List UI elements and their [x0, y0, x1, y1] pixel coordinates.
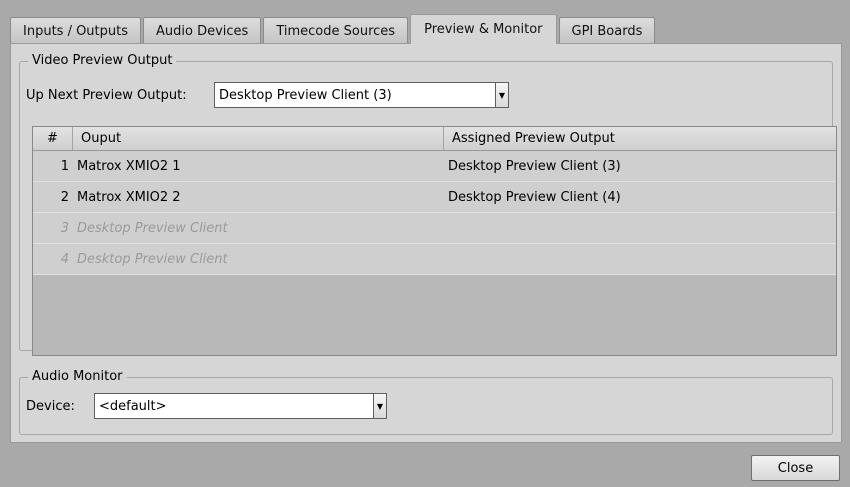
up-next-preview-output-select[interactable]: Desktop Preview Client (3) ▼ — [214, 82, 509, 108]
audio-monitor-group: Audio Monitor Device: <default> ▼ — [19, 369, 833, 435]
tab-timecode-sources[interactable]: Timecode Sources — [263, 17, 409, 44]
column-header-number[interactable]: # — [33, 127, 73, 150]
tab-bar: Inputs / Outputs Audio Devices Timecode … — [10, 14, 657, 44]
audio-device-select[interactable]: <default> ▼ — [94, 393, 387, 419]
tab-preview-monitor[interactable]: Preview & Monitor — [410, 14, 557, 44]
table-row[interactable]: 2 Matrox XMIO2 2 Desktop Preview Client … — [33, 182, 836, 213]
row-output: Matrox XMIO2 2 — [77, 189, 181, 205]
column-header-assigned-preview-output[interactable]: Assigned Preview Output — [444, 127, 836, 150]
up-next-preview-output-label: Up Next Preview Output: — [26, 88, 187, 103]
table-row[interactable]: 3 Desktop Preview Client — [33, 213, 836, 244]
chevron-down-icon[interactable]: ▼ — [495, 83, 508, 107]
tab-audio-devices[interactable]: Audio Devices — [143, 17, 262, 44]
row-number: 4 — [60, 251, 69, 267]
row-output: Matrox XMIO2 1 — [77, 158, 181, 174]
table-header: # Ouput Assigned Preview Output — [33, 127, 836, 151]
column-header-output[interactable]: Ouput — [73, 127, 444, 150]
row-number: 2 — [60, 189, 69, 205]
row-assigned-output[interactable] — [444, 244, 836, 274]
audio-monitor-title: Audio Monitor — [28, 369, 127, 385]
row-assigned-output[interactable]: Desktop Preview Client (4) — [444, 182, 836, 212]
video-preview-output-group: Video Preview Output Up Next Preview Out… — [19, 53, 837, 356]
table-row[interactable]: 1 Matrox XMIO2 1 Desktop Preview Client … — [33, 151, 836, 182]
preview-output-table: # Ouput Assigned Preview Output 1 Matrox… — [32, 126, 837, 356]
device-label: Device: — [26, 399, 75, 414]
tab-panel: Video Preview Output Up Next Preview Out… — [10, 43, 842, 443]
row-number: 1 — [60, 158, 69, 174]
close-button[interactable]: Close — [751, 455, 840, 481]
row-output: Desktop Preview Client — [77, 251, 228, 267]
audio-device-value: <default> — [99, 398, 167, 414]
up-next-preview-output-value: Desktop Preview Client (3) — [219, 87, 392, 103]
tab-gpi-boards[interactable]: GPI Boards — [558, 17, 656, 44]
video-preview-output-title: Video Preview Output — [28, 53, 177, 69]
row-assigned-output[interactable] — [444, 213, 836, 243]
row-output: Desktop Preview Client — [77, 220, 228, 236]
chevron-down-icon[interactable]: ▼ — [373, 394, 386, 418]
table-row[interactable]: 4 Desktop Preview Client — [33, 244, 836, 275]
row-number: 3 — [60, 220, 69, 236]
row-assigned-output[interactable]: Desktop Preview Client (3) — [444, 151, 836, 181]
tab-inputs-outputs[interactable]: Inputs / Outputs — [10, 17, 142, 44]
